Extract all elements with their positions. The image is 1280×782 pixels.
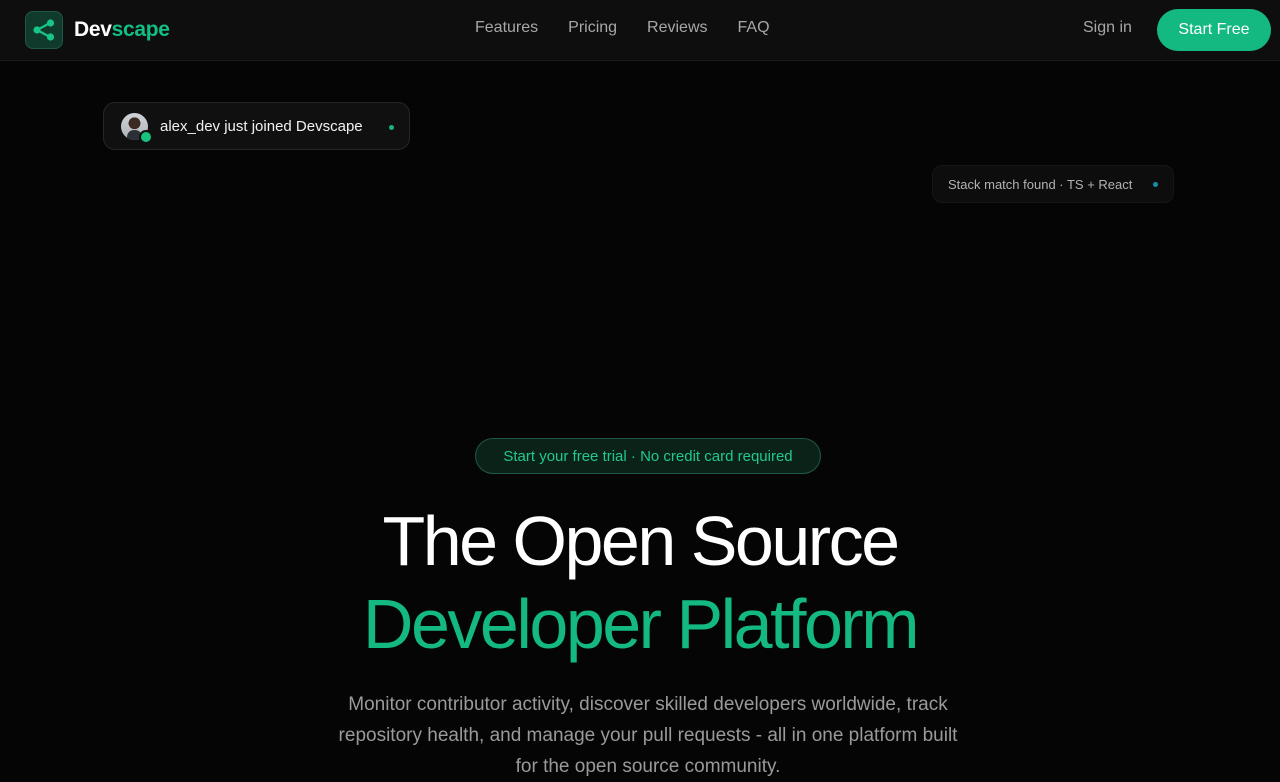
nav-link-reviews[interactable]: Reviews (647, 19, 707, 37)
brand-name: Devscape (74, 18, 170, 42)
brand-logo[interactable]: Devscape (25, 11, 170, 49)
main-nav: Features Pricing Reviews FAQ (475, 19, 770, 37)
share-nodes-icon (25, 11, 63, 49)
live-dot-icon (389, 125, 394, 130)
join-notification: alex_dev just joined Devscape (103, 102, 410, 150)
sign-in-link[interactable]: Sign in (1083, 19, 1132, 37)
stack-match-text: Stack match found · TS + React (948, 177, 1133, 192)
nav-link-faq[interactable]: FAQ (738, 19, 770, 37)
hero-title-line1: The Open Source (382, 502, 900, 580)
nav-link-pricing[interactable]: Pricing (568, 19, 617, 37)
brand-name-part1: Dev (74, 18, 112, 41)
join-notification-text: alex_dev just joined Devscape (160, 118, 363, 135)
brand-name-part2: scape (111, 18, 170, 41)
status-dot-icon (1153, 182, 1158, 187)
free-trial-badge: Start your free trial · No credit card r… (475, 438, 821, 474)
top-navbar: Devscape Features Pricing Reviews FAQ Si… (0, 0, 1280, 61)
online-status-icon (139, 130, 153, 144)
nav-link-features[interactable]: Features (475, 19, 538, 37)
hero-title-line2: Developer Platform (362, 585, 920, 663)
stack-match-notification: Stack match found · TS + React (932, 165, 1174, 203)
start-free-button[interactable]: Start Free (1157, 9, 1271, 51)
hero-subtitle: Monitor contributor activity, discover s… (338, 694, 958, 777)
